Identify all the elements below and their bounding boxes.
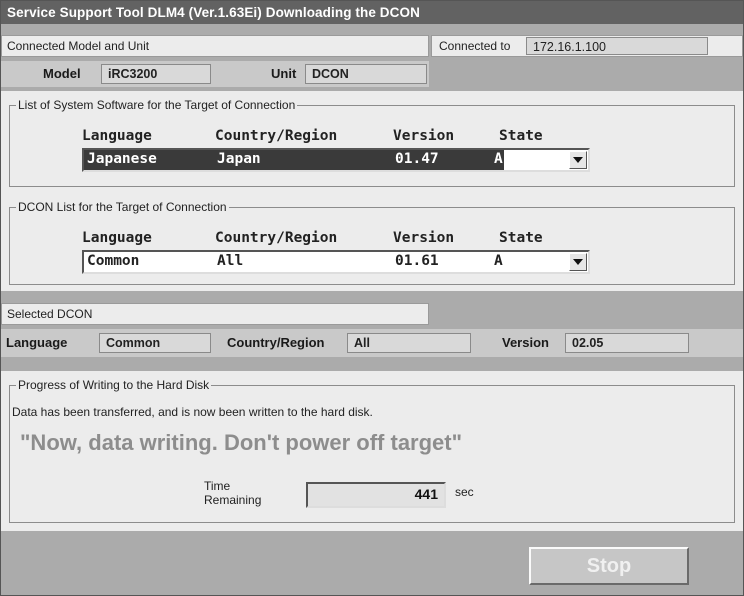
dcon-selected-language: Common (87, 253, 140, 269)
dcon-list-group-label: DCON List for the Target of Connection (16, 200, 229, 215)
system-software-group: List of System Software for the Target o… (9, 98, 735, 187)
selected-dcon-language-label: Language (6, 335, 68, 350)
connected-to-panel: Connected to 172.16.1.100 (431, 35, 743, 57)
model-unit-row: Model iRC3200 Unit DCON (1, 61, 429, 87)
model-field: iRC3200 (101, 64, 211, 84)
connection-section-label: Connected Model and Unit (7, 39, 150, 53)
dcon-list-dropdown-button[interactable] (569, 253, 587, 271)
selected-dcon-version-field: 02.05 (565, 333, 689, 353)
dcon-list-area: DCON List for the Target of Connection L… (1, 193, 743, 291)
connected-to-ip-field: 172.16.1.100 (526, 37, 708, 55)
time-remaining-value: 441 (414, 486, 438, 502)
header-state: State (499, 128, 543, 144)
time-label-line1: Time (204, 479, 231, 493)
system-software-group-label: List of System Software for the Target o… (16, 98, 298, 113)
selected-dcon-version-label: Version (502, 335, 549, 350)
dcon-list-dropdown[interactable]: Common All 01.61 A (82, 250, 590, 274)
dcon-list-group: DCON List for the Target of Connection L… (9, 200, 735, 285)
dcon-header-state: State (499, 230, 543, 246)
dcon-selected-version: 01.61 (395, 253, 439, 269)
progress-area: Progress of Writing to the Hard Disk Dat… (1, 371, 743, 531)
chevron-down-icon (573, 157, 583, 163)
selected-dcon-label: Selected DCON (7, 307, 93, 321)
selected-dcon-country-field: All (347, 333, 471, 353)
system-software-dropdown[interactable]: Japanese Japan 01.47 A (82, 148, 590, 172)
progress-warning: "Now, data writing. Don't power off targ… (20, 430, 463, 455)
selected-language: Japanese (87, 151, 157, 167)
chevron-down-icon (573, 259, 583, 265)
time-label-line2: Remaining (204, 493, 262, 507)
time-remaining-field: 441 (306, 482, 446, 508)
progress-group-label: Progress of Writing to the Hard Disk (16, 378, 212, 393)
unit-field: DCON (305, 64, 427, 84)
main-window: Service Support Tool DLM4 (Ver.1.63Ei) D… (0, 0, 744, 596)
progress-group: Progress of Writing to the Hard Disk Dat… (9, 378, 735, 523)
time-unit: sec (455, 485, 474, 499)
system-software-dropdown-button[interactable] (569, 151, 587, 169)
selected-dcon-country-label: Country/Region (227, 335, 325, 350)
window-title-bar: Service Support Tool DLM4 (Ver.1.63Ei) D… (1, 1, 743, 24)
selected-system-software-row: Japanese Japan 01.47 A (84, 150, 504, 170)
system-software-area: List of System Software for the Target o… (1, 91, 743, 193)
header-version: Version (393, 128, 455, 144)
selected-dcon-language-field: Common (99, 333, 211, 353)
model-label: Model (43, 66, 81, 81)
dcon-selected-country: All (217, 253, 244, 269)
dcon-header-version: Version (393, 230, 455, 246)
header-country-region: Country/Region (215, 128, 338, 144)
selected-version: 01.47 (395, 151, 439, 167)
dcon-header-country-region: Country/Region (215, 230, 338, 246)
dcon-header-language: Language (82, 230, 152, 246)
unit-label: Unit (271, 66, 297, 81)
selected-dcon-header: Selected DCON (1, 303, 429, 325)
connected-to-label: Connected to (439, 39, 511, 53)
dcon-selected-state: A (494, 253, 503, 269)
header-language: Language (82, 128, 152, 144)
selected-state: A (494, 151, 503, 167)
connection-section-header: Connected Model and Unit (1, 35, 429, 57)
progress-message: Data has been transferred, and is now be… (12, 405, 373, 419)
stop-button[interactable]: Stop (529, 547, 689, 585)
selected-dcon-row: Language Common Country/Region All Versi… (1, 329, 743, 357)
selected-country: Japan (217, 151, 261, 167)
